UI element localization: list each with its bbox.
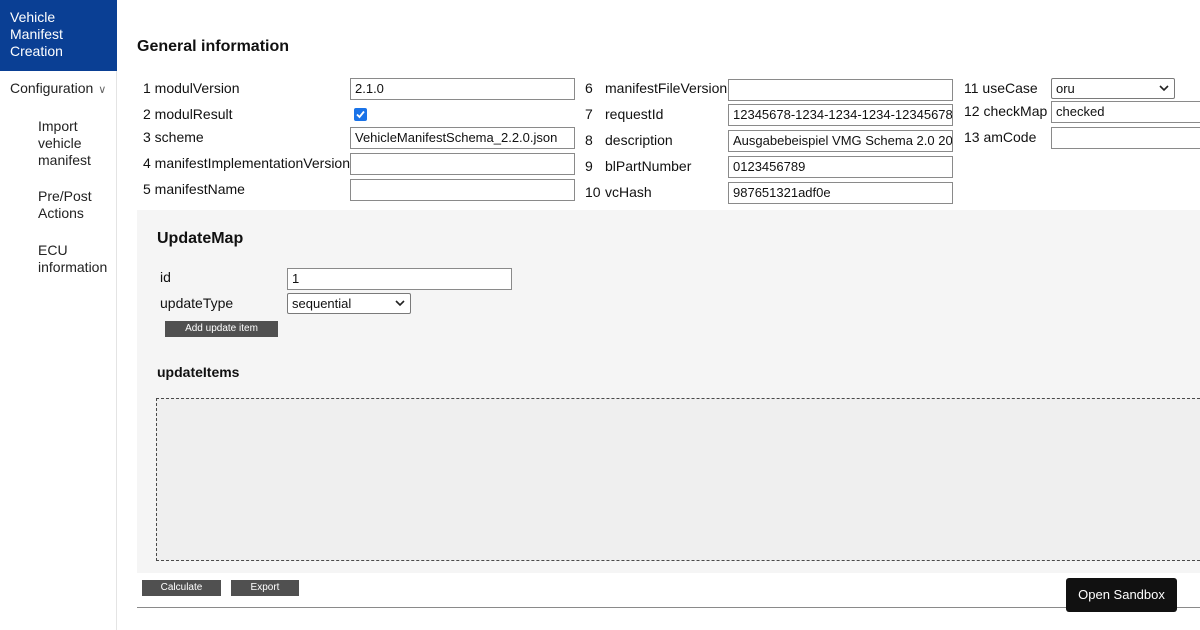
sidebar: Vehicle Manifest Creation Configuration ∨… [0,0,117,630]
manifest-impl-version-input[interactable] [350,153,575,175]
brand-line-3: Creation [10,43,63,59]
modul-version-input[interactable]: 2.1.0 [350,78,575,100]
scheme-input[interactable]: VehicleManifestSchema_2.2.0.json [350,127,575,149]
nav-configuration-label: Configuration [10,80,94,96]
manifest-impl-version-label: 4 manifestImplementationVersion [143,155,350,171]
update-type-select[interactable]: sequential [287,293,411,314]
manifest-name-input[interactable] [350,179,575,201]
use-case-label: 11 useCase [964,80,1038,96]
sidebar-item-import-vehicle-manifest[interactable]: Import vehicle manifest [38,118,116,169]
check-map-input[interactable]: checked [1051,101,1200,123]
modul-result-label: 2 modulResult [143,106,233,122]
update-items-dropzone[interactable] [156,398,1200,561]
manifest-file-version-number: 6 [585,80,593,96]
modul-result-checkbox[interactable] [354,108,367,121]
request-id-input[interactable]: 12345678-1234-1234-1234-12345678a [728,104,953,126]
export-button[interactable]: Export [231,580,299,596]
modul-version-label: 1 modulVersion [143,80,240,96]
vc-hash-input[interactable]: 987651321adf0e [728,182,953,204]
vc-hash-label: vcHash [605,184,652,200]
bl-part-number-label: blPartNumber [605,158,692,174]
bl-part-number-input[interactable]: 0123456789 [728,156,953,178]
calculate-button[interactable]: Calculate [142,580,221,596]
update-map-title: UpdateMap [157,230,244,247]
sidebar-item-pre-post-actions[interactable]: Pre/Post Actions [38,188,116,222]
page-title: General information [137,38,290,55]
scheme-label: 3 scheme [143,129,204,145]
checkmark-icon [356,110,365,119]
add-update-item-button[interactable]: Add update item [165,321,278,337]
brand-line-2: Manifest [10,26,63,42]
am-code-input[interactable] [1051,127,1200,149]
update-items-title: updateItems [157,364,240,380]
update-id-label: id [160,269,171,285]
description-label: description [605,132,673,148]
brand-line-1: Vehicle [10,9,56,25]
nav-configuration[interactable]: Configuration ∨ [10,80,106,96]
update-id-input[interactable]: 1 [287,268,512,290]
sidebar-item-ecu-information[interactable]: ECU information [38,242,116,276]
open-sandbox-button[interactable]: Open Sandbox [1066,578,1177,612]
update-type-value: sequential [292,296,352,311]
update-type-label: updateType [160,295,234,311]
manifest-file-version-input[interactable] [728,79,953,101]
manifest-file-version-label: manifestFileVersion [605,80,728,96]
check-map-label: 12 checkMap [964,103,1048,119]
chevron-down-icon: ∨ [98,84,107,96]
use-case-value: oru [1056,81,1075,96]
request-id-number: 7 [585,106,593,122]
manifest-name-label: 5 manifestName [143,181,245,197]
use-case-select[interactable]: oru [1051,78,1175,99]
app-brand[interactable]: Vehicle Manifest Creation [0,0,117,71]
description-input[interactable]: Ausgabebeispiel VMG Schema 2.0 20 [728,130,953,152]
description-number: 8 [585,132,593,148]
chevron-down-icon [1159,85,1169,92]
bl-part-number-number: 9 [585,158,593,174]
chevron-down-icon [395,300,405,307]
am-code-label: 13 amCode [964,129,1037,145]
footer-divider [137,607,1200,608]
request-id-label: requestId [605,106,664,122]
vc-hash-number: 10 [585,184,601,200]
